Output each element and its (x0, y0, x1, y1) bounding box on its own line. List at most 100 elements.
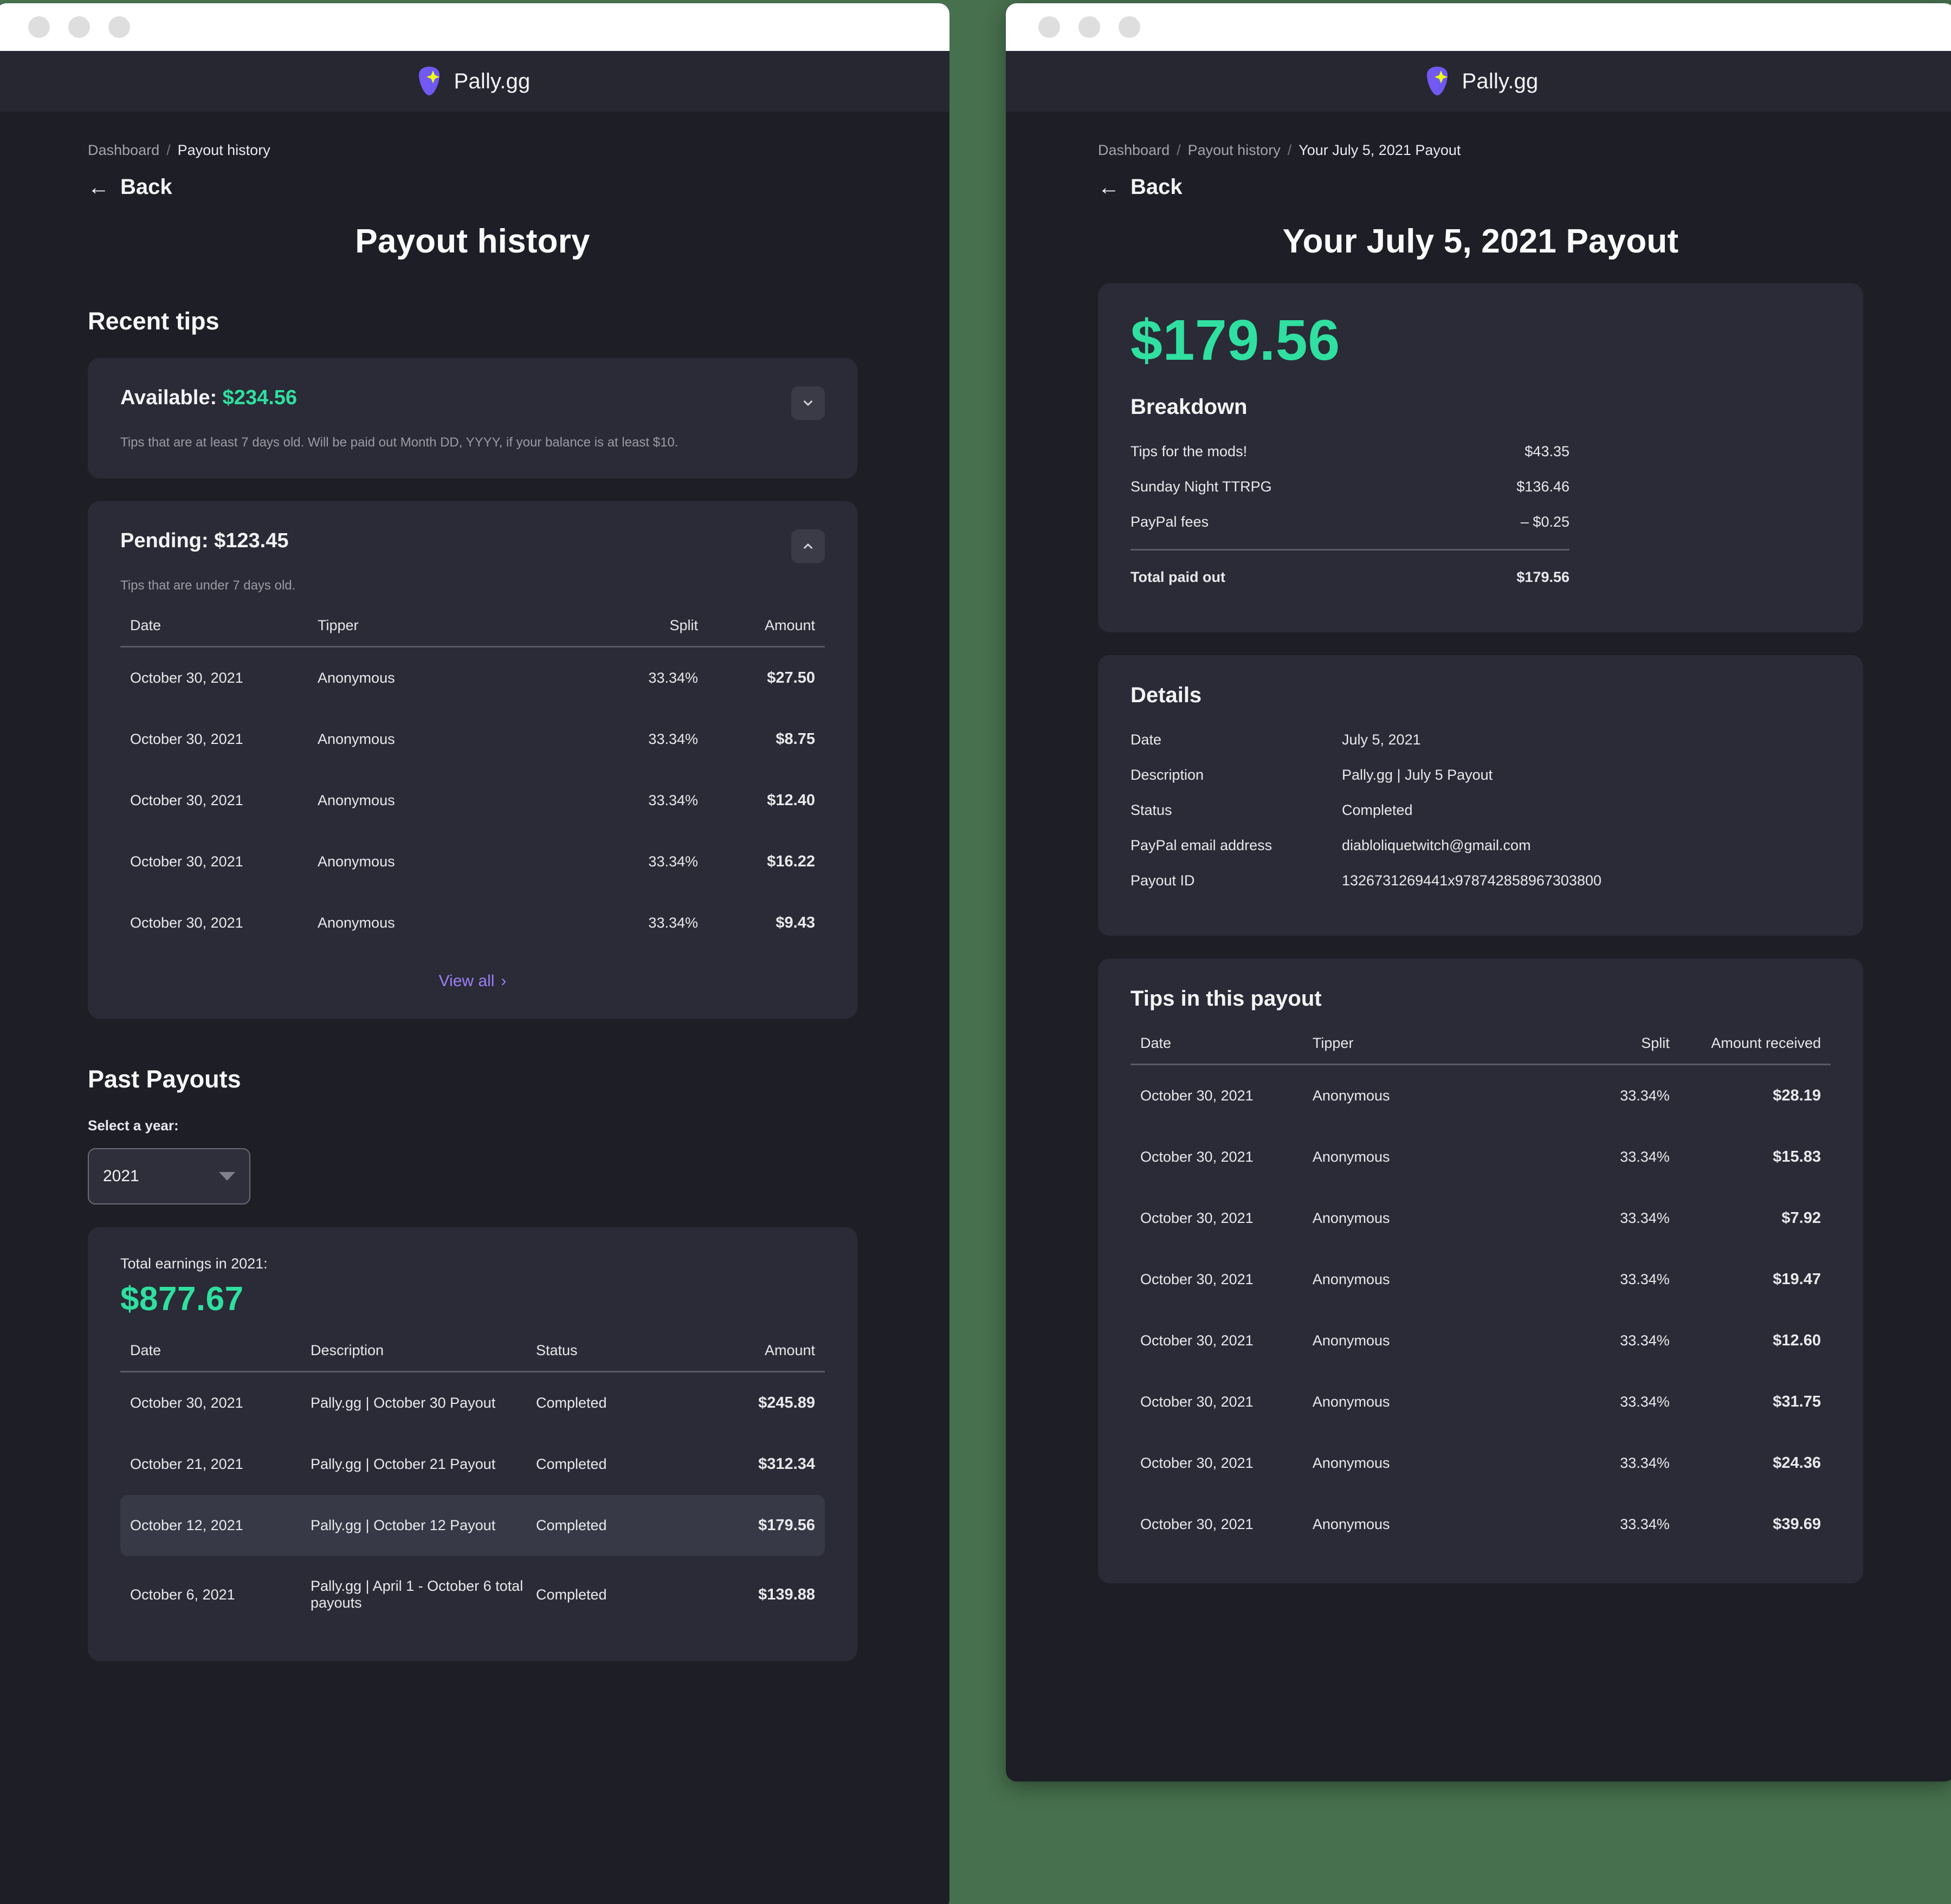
breadcrumb-dashboard[interactable]: Dashboard (1098, 142, 1170, 159)
table-row[interactable]: October 12, 2021 Pally.gg | October 12 Pa… (120, 1495, 825, 1556)
pending-note: Tips that are under 7 days old. (120, 578, 296, 593)
breadcrumb-payout-history[interactable]: Payout history (1188, 142, 1281, 159)
chevron-right-icon: › (501, 972, 507, 990)
window-titlebar-left[interactable] (0, 3, 949, 51)
available-expand-button[interactable] (791, 386, 825, 420)
table-row[interactable]: October 30, 2021 Anonymous 33.34% $27.50 (120, 647, 825, 709)
breakdown-heading: Breakdown (1130, 395, 1248, 419)
cell-date: October 6, 2021 (130, 1586, 235, 1603)
cell-date: October 30, 2021 (130, 853, 243, 870)
back-button[interactable]: ← Back (88, 175, 857, 199)
table-header-row: Date Description Status Amount (120, 1342, 825, 1372)
table-row[interactable]: October 30, 2021 Anonymous 33.34% $31.75 (1130, 1371, 1831, 1433)
detail-row-value: diabloliquetwitch@gmail.com (1342, 837, 1531, 853)
breadcrumb: Dashboard / Payout history (88, 142, 857, 159)
year-select-value: 2021 (103, 1167, 139, 1185)
desktop-background: Pally.gg Dashboard / Payout history ← Ba… (0, 0, 1951, 1904)
table-row[interactable]: October 30, 2021 Pally.gg | October 30 Pa… (120, 1372, 825, 1434)
table-row[interactable]: October 30, 2021 Anonymous 33.34% $16.22 (120, 831, 825, 892)
cell-split: 33.34% (1620, 1149, 1670, 1165)
available-title: Available: $234.56 (120, 386, 297, 410)
cell-split: 33.34% (648, 731, 698, 747)
table-row[interactable]: October 30, 2021 Anonymous 33.34% $15.83 (1130, 1126, 1831, 1188)
table-row[interactable]: October 30, 2021 Anonymous 33.34% $19.47 (1130, 1249, 1831, 1310)
cell-date: October 30, 2021 (130, 792, 243, 808)
cell-status: Completed (536, 1586, 607, 1603)
detail-row-label: Description (1130, 767, 1204, 783)
breakdown-row-value: $136.46 (1516, 478, 1569, 495)
cell-tipper: Anonymous (1312, 1210, 1390, 1226)
available-balance-card: Available: $234.56 Tips that are at leas… (88, 358, 857, 478)
cell-amount: $39.69 (1773, 1516, 1821, 1533)
back-label: Back (1130, 175, 1183, 199)
breadcrumb-dashboard[interactable]: Dashboard (88, 142, 159, 159)
column-header-amount: Amount (698, 617, 825, 647)
cell-date: October 30, 2021 (130, 1395, 243, 1411)
browser-window-payout-history: Pally.gg Dashboard / Payout history ← Ba… (0, 3, 949, 1904)
breakdown-row-value: $43.35 (1524, 443, 1569, 459)
detail-row: Description Pally.gg | July 5 Payout (1130, 767, 1831, 783)
detail-row-value: 1326731269441x978742858967303800 (1342, 872, 1601, 889)
cell-date: October 30, 2021 (1140, 1394, 1254, 1410)
cell-amount: $27.50 (767, 669, 815, 687)
cell-amount: $12.60 (1773, 1332, 1821, 1349)
pending-tips-table: Date Tipper Split Amount October 30, 202… (120, 617, 825, 954)
breakdown-row-label: PayPal fees (1130, 514, 1209, 530)
cell-tipper: Anonymous (1312, 1394, 1390, 1410)
column-header-date: Date (120, 1342, 311, 1372)
column-header-split: Split (1536, 1035, 1670, 1065)
tips-heading: Tips in this payout (1130, 987, 1322, 1011)
window-maximize-dot[interactable] (1119, 16, 1140, 38)
back-label: Back (120, 175, 172, 199)
select-year-label: Select a year: (88, 1117, 179, 1134)
view-all-label: View all (438, 972, 495, 990)
detail-row: Status Completed (1130, 802, 1831, 819)
breakdown-row: PayPal fees – $0.25 (1130, 514, 1831, 530)
pending-label: Pending: $123.45 (120, 529, 289, 552)
detail-row: Payout ID 1326731269441x97874285896730380… (1130, 872, 1831, 889)
window-close-dot[interactable] (28, 16, 50, 38)
table-row[interactable]: October 30, 2021 Anonymous 33.34% $24.36 (1130, 1433, 1831, 1494)
cell-split: 33.34% (648, 670, 698, 686)
table-row[interactable]: October 30, 2021 Anonymous 33.34% $28.19 (1130, 1065, 1831, 1127)
cell-date: October 30, 2021 (1140, 1087, 1254, 1104)
details-card: Details Date July 5, 2021 Description Pally… (1098, 655, 1863, 936)
cell-date: October 30, 2021 (130, 670, 243, 686)
window-close-dot[interactable] (1038, 16, 1060, 38)
cell-amount: $7.92 (1781, 1209, 1821, 1227)
breakdown-list: Tips for the mods! $43.35 Sunday Night TTR… (1130, 443, 1831, 530)
table-row[interactable]: October 6, 2021 Pally.gg | April 1 - Octo… (120, 1556, 825, 1633)
cell-date: October 30, 2021 (130, 915, 243, 931)
cell-amount: $245.89 (758, 1394, 815, 1411)
arrow-left-icon: ← (1098, 175, 1120, 199)
past-payouts-body: October 30, 2021 Pally.gg | October 30 Pa… (120, 1372, 825, 1634)
window-maximize-dot[interactable] (108, 16, 130, 38)
window-minimize-dot[interactable] (68, 16, 90, 38)
cell-status: Completed (536, 1395, 607, 1411)
table-row[interactable]: October 30, 2021 Anonymous 33.34% $12.40 (120, 770, 825, 831)
window-titlebar-right[interactable] (1006, 3, 1951, 51)
cell-amount: $12.40 (767, 792, 815, 809)
pending-tips-body: October 30, 2021 Anonymous 33.34% $27.50 Oct… (120, 647, 825, 954)
cell-status: Completed (536, 1495, 691, 1556)
table-row[interactable]: October 30, 2021 Anonymous 33.34% $39.69 (1130, 1494, 1831, 1555)
chevron-up-icon (804, 543, 812, 549)
window-minimize-dot[interactable] (1078, 16, 1100, 38)
cell-tipper: Anonymous (318, 731, 395, 747)
table-row[interactable]: October 30, 2021 Anonymous 33.34% $12.60 (1130, 1310, 1831, 1371)
breadcrumb-separator: / (166, 142, 171, 158)
table-row[interactable]: October 21, 2021 Pally.gg | October 21 Pa… (120, 1434, 825, 1495)
page-title: Payout history (355, 223, 590, 260)
view-all-link[interactable]: View all › (439, 972, 507, 990)
cell-date: October 30, 2021 (1140, 1332, 1254, 1349)
breadcrumb-current: Payout history (177, 142, 270, 158)
year-select[interactable]: 2021 (88, 1148, 250, 1204)
table-row[interactable]: October 30, 2021 Anonymous 33.34% $8.75 (120, 709, 825, 770)
table-row[interactable]: October 30, 2021 Anonymous 33.34% $7.92 (1130, 1188, 1831, 1249)
pending-collapse-button[interactable] (791, 529, 825, 563)
back-button[interactable]: ← Back (1098, 175, 1863, 199)
table-row[interactable]: October 30, 2021 Anonymous 33.34% $9.43 (120, 892, 825, 954)
breakdown-total-row: Total paid out $179.56 (1130, 569, 1831, 586)
cell-amount: $16.22 (767, 853, 815, 870)
breakdown-total-label: Total paid out (1130, 569, 1225, 585)
